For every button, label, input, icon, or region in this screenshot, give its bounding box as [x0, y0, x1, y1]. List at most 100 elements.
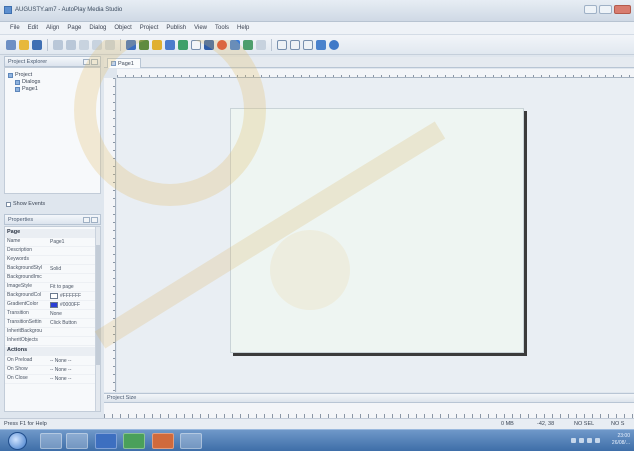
- image-object-icon[interactable]: [139, 39, 149, 50]
- clock-time: 23:00: [617, 433, 630, 439]
- property-value: Solid: [50, 266, 62, 272]
- input-object-icon[interactable]: [178, 39, 188, 50]
- status-help-text: Press F1 for Help: [4, 421, 47, 427]
- property-row[interactable]: TransitionSettin Click Button: [5, 319, 97, 328]
- color-swatch[interactable]: [50, 293, 58, 299]
- page-surface[interactable]: [230, 108, 524, 353]
- property-row[interactable]: BackgroundImc: [5, 274, 97, 283]
- menu-object[interactable]: Object: [110, 25, 135, 31]
- menu-page[interactable]: Page: [63, 25, 85, 31]
- properties-scrollbar[interactable]: [95, 227, 100, 411]
- video-object-icon[interactable]: [230, 39, 240, 50]
- color-swatch[interactable]: [50, 302, 58, 308]
- cut-icon[interactable]: [79, 39, 89, 50]
- button-object-icon[interactable]: [126, 39, 136, 50]
- publish-icon[interactable]: [316, 39, 326, 50]
- new-icon[interactable]: [6, 39, 16, 50]
- web-object-icon[interactable]: [243, 39, 253, 50]
- property-value: [50, 274, 97, 282]
- open-icon[interactable]: [19, 39, 29, 50]
- menu-align[interactable]: Align: [42, 25, 63, 31]
- start-button[interactable]: [8, 432, 27, 450]
- taskbar-excel-icon[interactable]: [123, 433, 145, 449]
- preview-icon[interactable]: [303, 39, 313, 50]
- taskbar-autoplay-icon[interactable]: [180, 433, 202, 449]
- property-row[interactable]: InheritBackgrou: [5, 328, 97, 337]
- tree-item-page1[interactable]: Page1: [15, 86, 38, 92]
- property-row[interactable]: ImageStyle Fit to page: [5, 283, 97, 292]
- checkbox-object-icon[interactable]: [191, 39, 201, 50]
- property-row[interactable]: Transition None: [5, 310, 97, 319]
- menu-edit[interactable]: Edit: [24, 25, 42, 31]
- property-value: Click Button: [50, 320, 77, 326]
- menu-bar: File Edit Align Page Dialog Object Proje…: [0, 22, 634, 35]
- paragraph-object-icon[interactable]: [152, 39, 162, 50]
- tab-page1[interactable]: Page1: [107, 58, 141, 68]
- menu-dialog[interactable]: Dialog: [85, 25, 110, 31]
- property-value: -- None --: [50, 367, 72, 373]
- close-panel-icon[interactable]: [91, 217, 98, 223]
- menu-publish[interactable]: Publish: [162, 25, 190, 31]
- property-row[interactable]: Keywords: [5, 256, 97, 265]
- zoom-icon[interactable]: [256, 39, 266, 50]
- redo-icon[interactable]: [66, 39, 76, 50]
- close-button[interactable]: [614, 5, 631, 14]
- property-group-page[interactable]: Page: [5, 229, 97, 238]
- save-icon[interactable]: [32, 39, 42, 50]
- property-row[interactable]: On Show -- None --: [5, 366, 97, 375]
- copy-icon[interactable]: [92, 39, 102, 50]
- taskbar-media-icon[interactable]: [152, 433, 174, 449]
- menu-project[interactable]: Project: [136, 25, 163, 31]
- properties-title: Properties: [8, 217, 34, 223]
- page-icon[interactable]: [277, 39, 287, 50]
- combobox-object-icon[interactable]: [204, 39, 214, 50]
- property-row[interactable]: InheritObjects: [5, 337, 97, 346]
- folder-icon: [15, 79, 20, 85]
- paste-icon[interactable]: [105, 39, 115, 50]
- property-row[interactable]: Name Page1: [5, 238, 97, 247]
- checkbox-box[interactable]: [6, 201, 11, 207]
- status-selection-size: NO S: [611, 421, 625, 427]
- minimize-button[interactable]: [584, 5, 597, 14]
- property-row[interactable]: GradientColor #0000FF: [5, 301, 97, 310]
- tree-item-label: Project: [15, 72, 33, 78]
- status-selection: NO SEL: [574, 421, 595, 427]
- menu-file[interactable]: File: [6, 25, 24, 31]
- tray-arrow-icon[interactable]: [571, 438, 576, 443]
- property-row[interactable]: On Close -- None --: [5, 375, 97, 384]
- menu-view[interactable]: View: [190, 25, 211, 31]
- tray-flag-icon[interactable]: [595, 438, 600, 443]
- property-row[interactable]: Description: [5, 247, 97, 256]
- tree-item-dialogs[interactable]: Dialogs: [15, 79, 40, 85]
- property-key: BackgroundCol: [7, 292, 42, 298]
- property-row[interactable]: On Preload -- None --: [5, 357, 97, 366]
- taskbar-ie-icon[interactable]: [40, 433, 62, 449]
- menu-tools[interactable]: Tools: [211, 25, 233, 31]
- label-object-icon[interactable]: [165, 39, 175, 50]
- undo-icon[interactable]: [53, 39, 63, 50]
- flash-object-icon[interactable]: [217, 39, 227, 50]
- taskbar-explorer-icon[interactable]: [66, 433, 88, 449]
- property-group-actions[interactable]: Actions: [5, 347, 97, 356]
- pin-icon[interactable]: [83, 217, 90, 223]
- menu-help[interactable]: Help: [233, 25, 253, 31]
- taskbar-word-icon[interactable]: [95, 433, 117, 449]
- close-panel-icon[interactable]: [91, 59, 98, 65]
- clock[interactable]: 23:00 26/08/...: [612, 433, 630, 447]
- dialog-icon[interactable]: [290, 39, 300, 50]
- property-row[interactable]: BackgroundStyl Solid: [5, 265, 97, 274]
- tree-item-project[interactable]: Project: [8, 72, 32, 78]
- pin-icon[interactable]: [83, 59, 90, 65]
- help-icon[interactable]: [329, 39, 339, 50]
- scrollbar-thumb[interactable]: [96, 245, 100, 365]
- clock-date: 26/08/...: [611, 440, 630, 446]
- property-key: ImageStyle: [7, 283, 33, 289]
- color-value: #FFFFFF: [60, 293, 82, 299]
- tray-network-icon[interactable]: [579, 438, 584, 443]
- status-bar: Press F1 for Help 0 MB -42, 38 NO SEL NO…: [0, 418, 634, 429]
- tray-volume-icon[interactable]: [587, 438, 592, 443]
- tree-item-label: Dialogs: [22, 79, 41, 85]
- show-events-checkbox[interactable]: Show Events: [4, 198, 101, 210]
- property-row[interactable]: BackgroundCol #FFFFFF: [5, 292, 97, 301]
- maximize-button[interactable]: [599, 5, 612, 14]
